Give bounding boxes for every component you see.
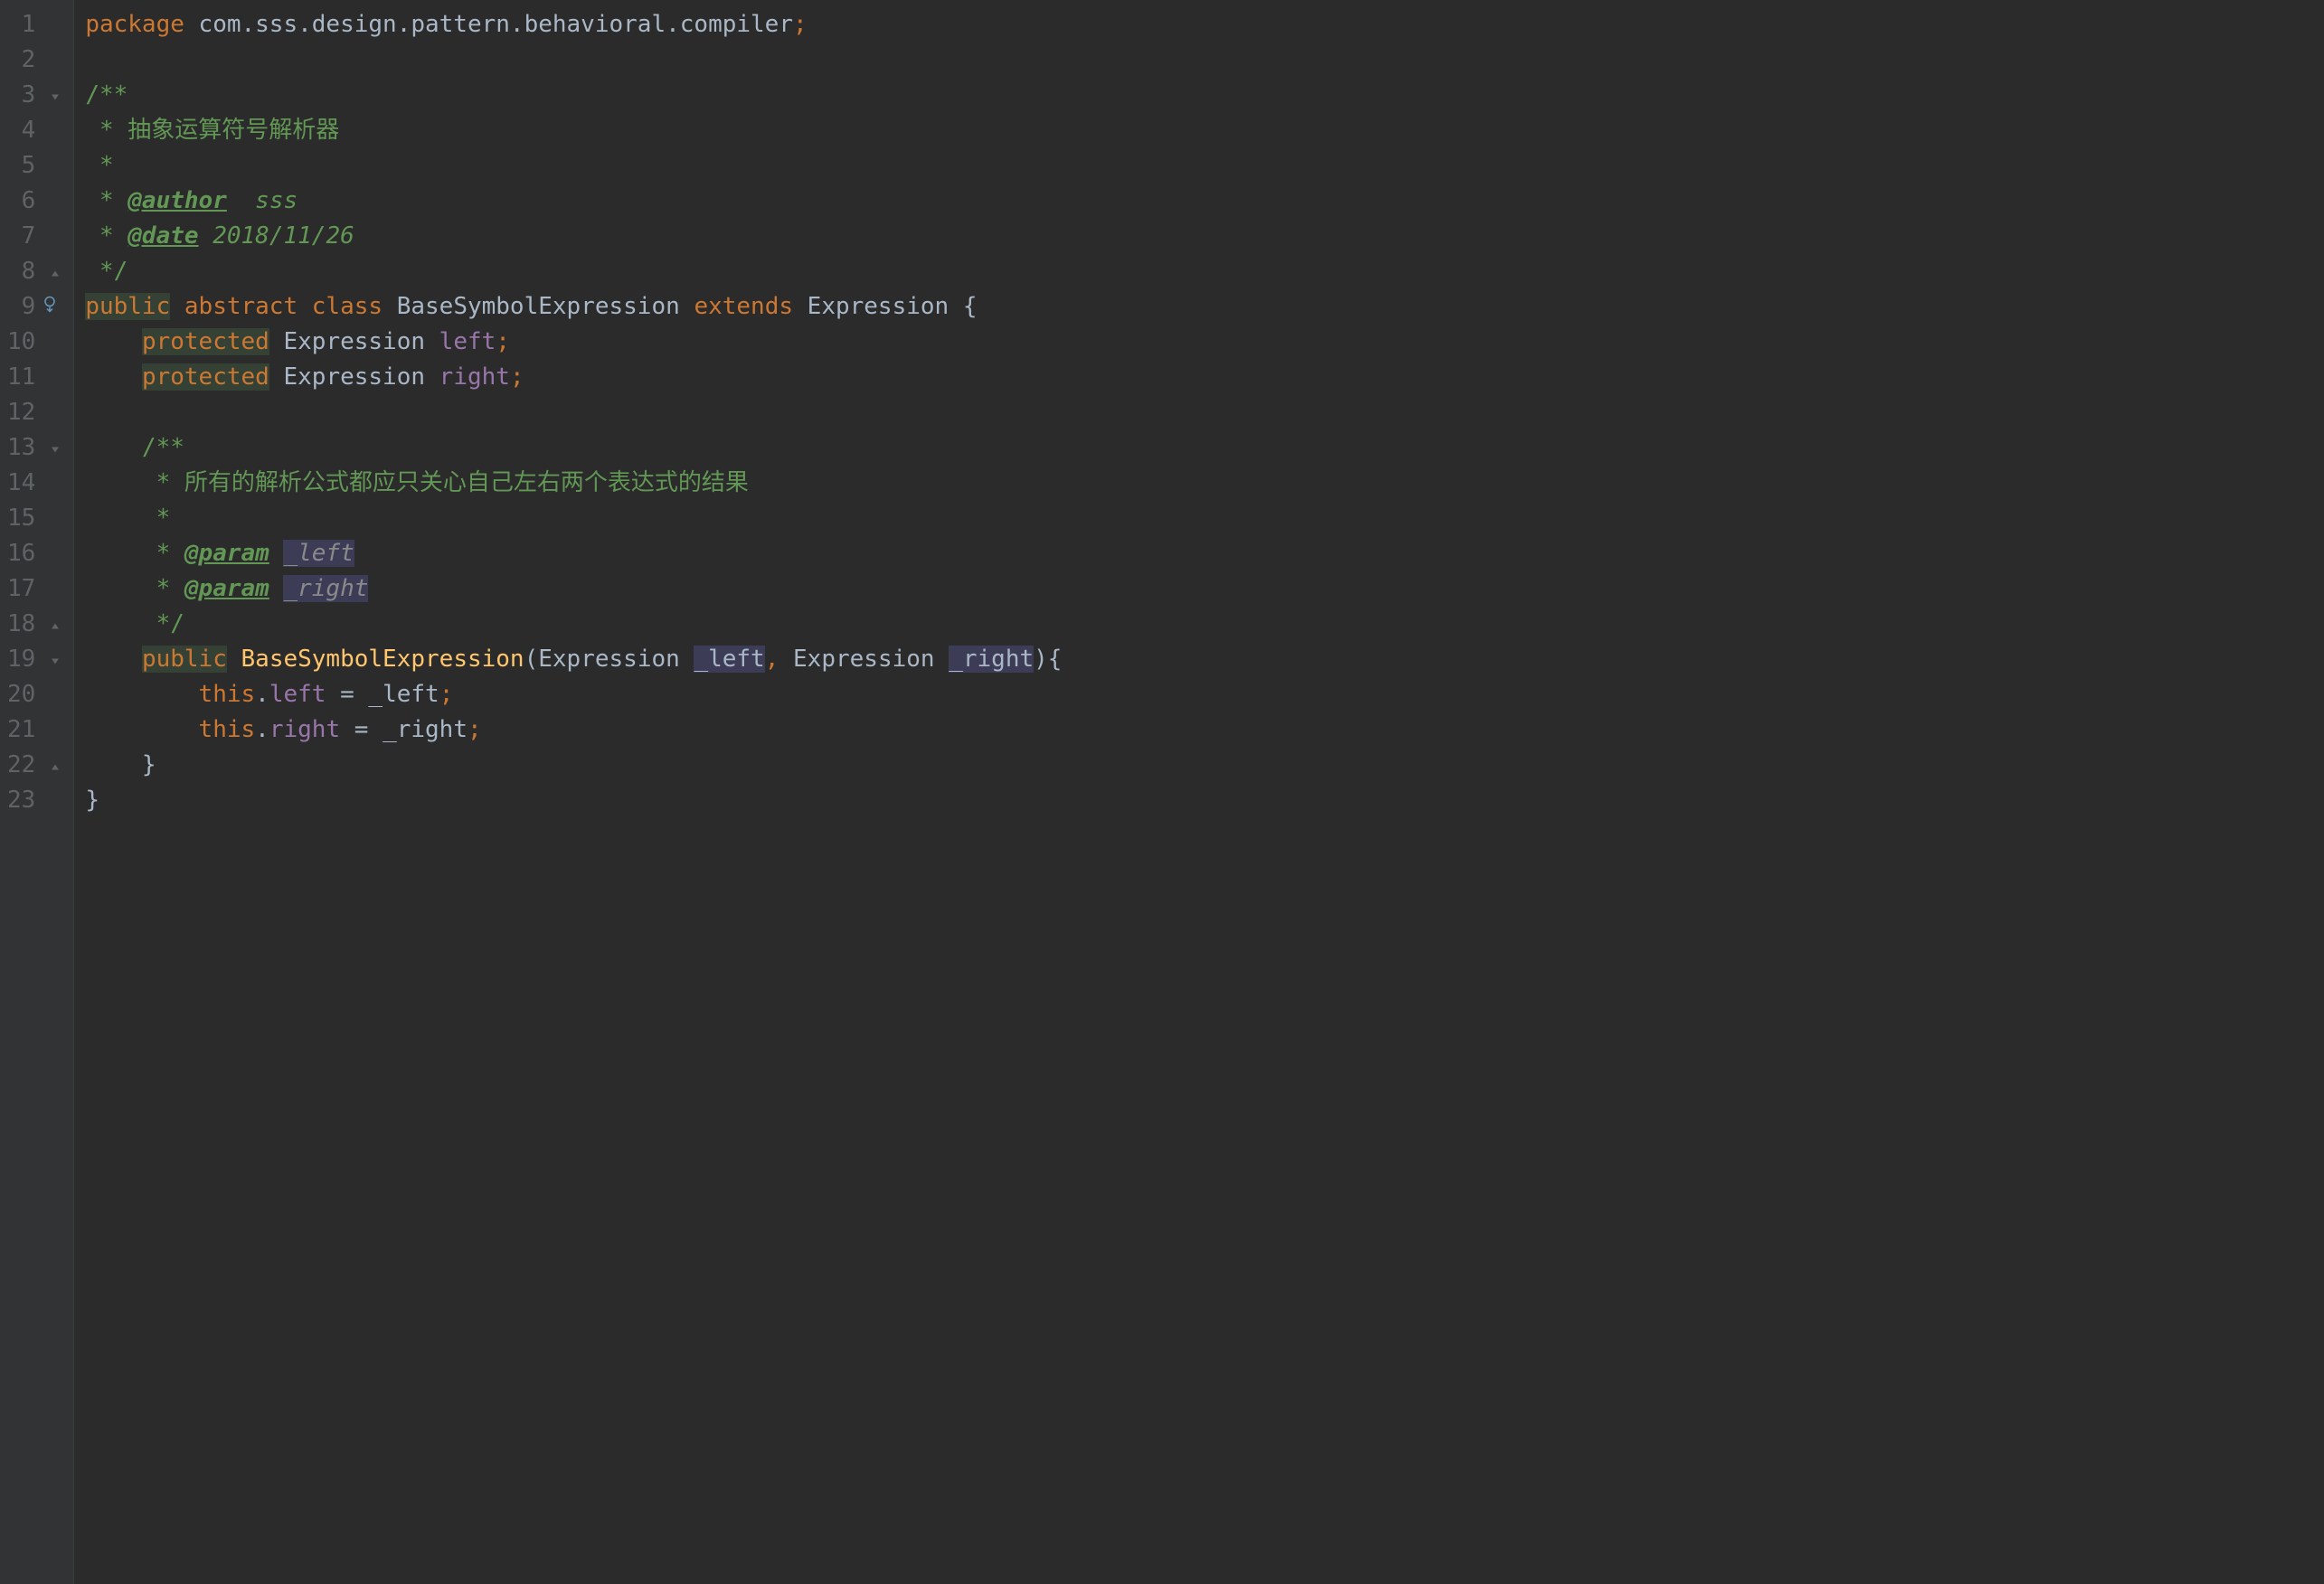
code-line: } <box>85 748 2324 783</box>
code-line: * <box>85 148 2324 184</box>
line-number: 9 <box>7 289 62 325</box>
code-line <box>85 42 2324 78</box>
line-number: 20 <box>7 677 62 712</box>
fold-icon[interactable] <box>50 78 61 113</box>
line-number: 4 <box>7 113 62 148</box>
code-line: */ <box>85 607 2324 642</box>
code-line: * @param _left <box>85 536 2324 571</box>
code-line: */ <box>85 254 2324 289</box>
code-line: protected Expression left; <box>85 325 2324 360</box>
code-line: public abstract class BaseSymbolExpressi… <box>85 289 2324 325</box>
line-number: 16 <box>7 536 62 571</box>
code-line <box>85 395 2324 430</box>
line-number: 1 <box>7 7 62 42</box>
line-number: 14 <box>7 466 62 501</box>
line-number: 5 <box>7 148 62 184</box>
code-content[interactable]: package com.sss.design.pattern.behaviora… <box>74 0 2324 1584</box>
line-number: 11 <box>7 360 62 395</box>
code-line: /** <box>85 430 2324 466</box>
implementations-icon[interactable] <box>43 289 61 325</box>
line-number: 13 <box>7 430 62 466</box>
code-line: * 抽象运算符号解析器 <box>85 113 2324 148</box>
code-line: protected Expression right; <box>85 360 2324 395</box>
line-number: 19 <box>7 642 62 677</box>
line-number: 10 <box>7 325 62 360</box>
line-number: 8 <box>7 254 62 289</box>
line-number: 2 <box>7 42 62 78</box>
fold-end-icon[interactable] <box>50 748 61 783</box>
gutter: 1 2 3 4 5 6 7 8 9 10 11 12 13 14 15 16 1… <box>0 0 74 1584</box>
line-number: 15 <box>7 501 62 536</box>
line-number: 22 <box>7 748 62 783</box>
code-line: public BaseSymbolExpression(Expression _… <box>85 642 2324 677</box>
fold-end-icon[interactable] <box>50 607 61 642</box>
fold-icon[interactable] <box>50 430 61 466</box>
line-number: 17 <box>7 571 62 607</box>
fold-icon[interactable] <box>50 642 61 677</box>
line-number: 18 <box>7 607 62 642</box>
line-number: 3 <box>7 78 62 113</box>
line-number: 12 <box>7 395 62 430</box>
code-line: * @author sss <box>85 184 2324 219</box>
fold-end-icon[interactable] <box>50 254 61 289</box>
line-number: 7 <box>7 219 62 254</box>
code-editor: 1 2 3 4 5 6 7 8 9 10 11 12 13 14 15 16 1… <box>0 0 2324 1584</box>
line-number: 6 <box>7 184 62 219</box>
code-line: * 所有的解析公式都应只关心自己左右两个表达式的结果 <box>85 466 2324 501</box>
code-line: * @param _right <box>85 571 2324 607</box>
code-line: this.left = _left; <box>85 677 2324 712</box>
code-line: /** <box>85 78 2324 113</box>
code-line: * <box>85 501 2324 536</box>
code-line: } <box>85 783 2324 818</box>
code-line: package com.sss.design.pattern.behaviora… <box>85 7 2324 42</box>
code-line: * @date 2018/11/26 <box>85 219 2324 254</box>
line-number: 23 <box>7 783 62 818</box>
code-line: this.right = _right; <box>85 712 2324 748</box>
line-number: 21 <box>7 712 62 748</box>
